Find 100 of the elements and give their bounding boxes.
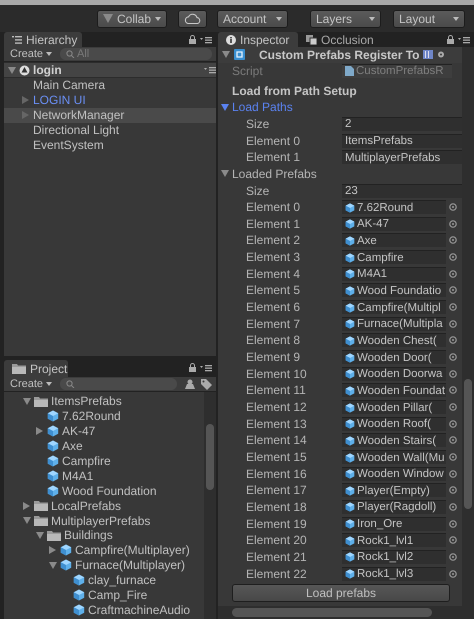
lock-icon[interactable] bbox=[447, 35, 454, 44]
cube-icon bbox=[73, 589, 85, 602]
object-field[interactable]: Furnace(Multipla bbox=[342, 316, 446, 331]
object-field[interactable]: 7.62Round bbox=[342, 200, 446, 214]
hierarchy-tab[interactable]: Hierarchy bbox=[4, 32, 82, 47]
tag-icon[interactable] bbox=[201, 378, 212, 390]
object-field[interactable]: Wood Foundatio bbox=[342, 283, 446, 298]
object-field[interactable]: Campfire(Multipl bbox=[342, 300, 446, 314]
property-label: Element 16 bbox=[246, 466, 308, 481]
expanded-arrow-icon[interactable] bbox=[36, 532, 44, 539]
collapsed-arrow-icon[interactable] bbox=[23, 502, 30, 510]
project-tree-item[interactable]: ItemsPrefabs bbox=[4, 394, 204, 409]
expanded-arrow-icon[interactable] bbox=[22, 517, 30, 524]
array-foldout[interactable]: Loaded Prefabs bbox=[218, 166, 462, 182]
expanded-arrow-icon[interactable] bbox=[221, 104, 229, 111]
object-field[interactable]: Rock1_lvl2 bbox=[342, 550, 446, 564]
object-field[interactable]: Wooden Wall(Mu bbox=[342, 450, 446, 464]
item-name: MultiplayerPrefabs bbox=[51, 514, 150, 528]
item-name: ItemsPrefabs bbox=[51, 394, 122, 408]
lock-icon[interactable] bbox=[189, 363, 196, 372]
text-field[interactable]: ItemsPrefabs bbox=[342, 134, 462, 148]
project-tree-item[interactable]: Campfire bbox=[4, 454, 204, 468]
folder-icon bbox=[12, 363, 26, 374]
project-tree-item[interactable]: Buildings bbox=[4, 528, 204, 543]
project-tree-item[interactable]: Campfire(Multiplayer) bbox=[4, 542, 204, 558]
menu-icon[interactable] bbox=[200, 36, 212, 44]
toolbar-dropdown[interactable]: Layers bbox=[310, 10, 381, 28]
collapsed-arrow-icon[interactable] bbox=[49, 546, 56, 554]
inspector-tab[interactable]: Inspector bbox=[218, 32, 298, 47]
scrollbar[interactable] bbox=[204, 392, 216, 619]
project-tree-item[interactable]: CraftmachineAudio bbox=[4, 602, 204, 618]
collapsed-arrow-icon[interactable] bbox=[36, 427, 43, 436]
property-label: Element 22 bbox=[246, 566, 308, 581]
menu-icon[interactable] bbox=[204, 66, 216, 74]
expanded-arrow-icon[interactable] bbox=[48, 562, 56, 569]
scene-row[interactable]: login bbox=[4, 62, 216, 78]
cube-icon bbox=[345, 419, 355, 430]
size-field[interactable]: 23 bbox=[342, 184, 462, 198]
size-field[interactable]: 2 bbox=[342, 116, 462, 131]
project-tree-item[interactable]: Axe bbox=[4, 438, 204, 454]
menu-icon[interactable] bbox=[200, 364, 212, 372]
project-tree-item[interactable]: 7.62Round bbox=[4, 408, 204, 424]
horizontal-scrollbar[interactable] bbox=[218, 606, 462, 619]
project-tree-item[interactable]: Camp_Fire bbox=[4, 588, 204, 602]
project-tree-item[interactable]: LocalPrefabs bbox=[4, 498, 204, 514]
cloud-button[interactable] bbox=[178, 10, 207, 28]
project-tree-item[interactable]: MultiplayerPrefabs bbox=[4, 513, 204, 528]
load-prefabs-button[interactable]: Load prefabs bbox=[232, 584, 450, 602]
cube-icon bbox=[345, 436, 355, 446]
object-field[interactable]: Wooden Pillar( bbox=[342, 400, 446, 414]
object-field[interactable]: Wooden Roof( bbox=[342, 416, 446, 431]
project-tree-item[interactable]: AK-47 bbox=[4, 424, 204, 439]
create-dropdown[interactable]: Create bbox=[8, 48, 54, 60]
object-field[interactable]: Wooden Foundat bbox=[342, 383, 446, 398]
expanded-arrow-icon[interactable] bbox=[8, 66, 16, 74]
project-tree-item[interactable]: clay_furnace bbox=[4, 572, 204, 588]
object-field[interactable]: Wooden Door( bbox=[342, 350, 446, 364]
search-field[interactable] bbox=[60, 378, 177, 390]
inspector-tab[interactable]: Occlusion bbox=[298, 32, 388, 47]
expanded-arrow-icon[interactable] bbox=[221, 170, 229, 178]
object-field[interactable]: Campfire bbox=[342, 250, 446, 264]
expanded-arrow-icon[interactable] bbox=[222, 51, 230, 58]
object-field[interactable]: Rock1_lvl3 bbox=[342, 566, 446, 581]
array-foldout[interactable]: Load Paths bbox=[218, 98, 462, 116]
object-field[interactable]: Wooden Stairs( bbox=[342, 433, 446, 448]
hierarchy-item[interactable]: LOGIN UI bbox=[4, 92, 216, 108]
hierarchy-item[interactable]: Directional Light bbox=[4, 122, 216, 138]
object-field[interactable]: Iron_Ore bbox=[342, 516, 446, 531]
object-field[interactable]: Wooden Doorwa bbox=[342, 366, 446, 381]
hierarchy-item[interactable]: EventSystem bbox=[4, 138, 216, 152]
expanded-arrow-icon[interactable] bbox=[22, 398, 30, 405]
toolbar-dropdown[interactable]: Collab bbox=[97, 10, 167, 28]
object-field[interactable]: Player(Ragdoll) bbox=[342, 500, 446, 514]
object-field[interactable]: Rock1_lvl1 bbox=[342, 533, 446, 548]
object-field[interactable]: Axe bbox=[342, 233, 446, 248]
item-name: Camp_Fire bbox=[88, 588, 148, 602]
create-dropdown[interactable]: Create bbox=[8, 378, 54, 390]
cube-icon bbox=[345, 202, 355, 213]
cube-icon bbox=[47, 410, 59, 422]
project-tree-item[interactable]: Wood Foundation bbox=[4, 483, 204, 498]
object-field[interactable]: Wooden Window bbox=[342, 466, 446, 481]
project-tree-item[interactable]: M4A1 bbox=[4, 468, 204, 484]
menu-icon[interactable] bbox=[458, 36, 470, 44]
hierarchy-item[interactable]: NetworkManager bbox=[4, 108, 216, 123]
project-tab[interactable]: Project bbox=[4, 360, 68, 377]
toolbar-dropdown[interactable]: Layout bbox=[393, 10, 465, 28]
scrollbar[interactable] bbox=[462, 47, 474, 619]
toolbar-dropdown[interactable]: Account bbox=[217, 10, 288, 28]
item-name: 7.62Round bbox=[62, 409, 121, 424]
project-tree-item[interactable]: Furnace(Multiplayer) bbox=[4, 558, 204, 573]
object-field[interactable]: M4A1 bbox=[342, 266, 446, 281]
caret-icon bbox=[369, 16, 375, 20]
cube-icon bbox=[345, 302, 355, 313]
hierarchy-item[interactable]: Main Camera bbox=[4, 78, 216, 93]
object-field[interactable]: AK-47 bbox=[342, 216, 446, 231]
text-field[interactable]: MultiplayerPrefabs bbox=[342, 150, 462, 164]
object-field[interactable]: Wooden Chest( bbox=[342, 333, 446, 348]
object-field[interactable]: Player(Empty) bbox=[342, 483, 446, 498]
lock-icon[interactable] bbox=[189, 35, 196, 44]
property-label: Element 1 bbox=[246, 216, 302, 231]
